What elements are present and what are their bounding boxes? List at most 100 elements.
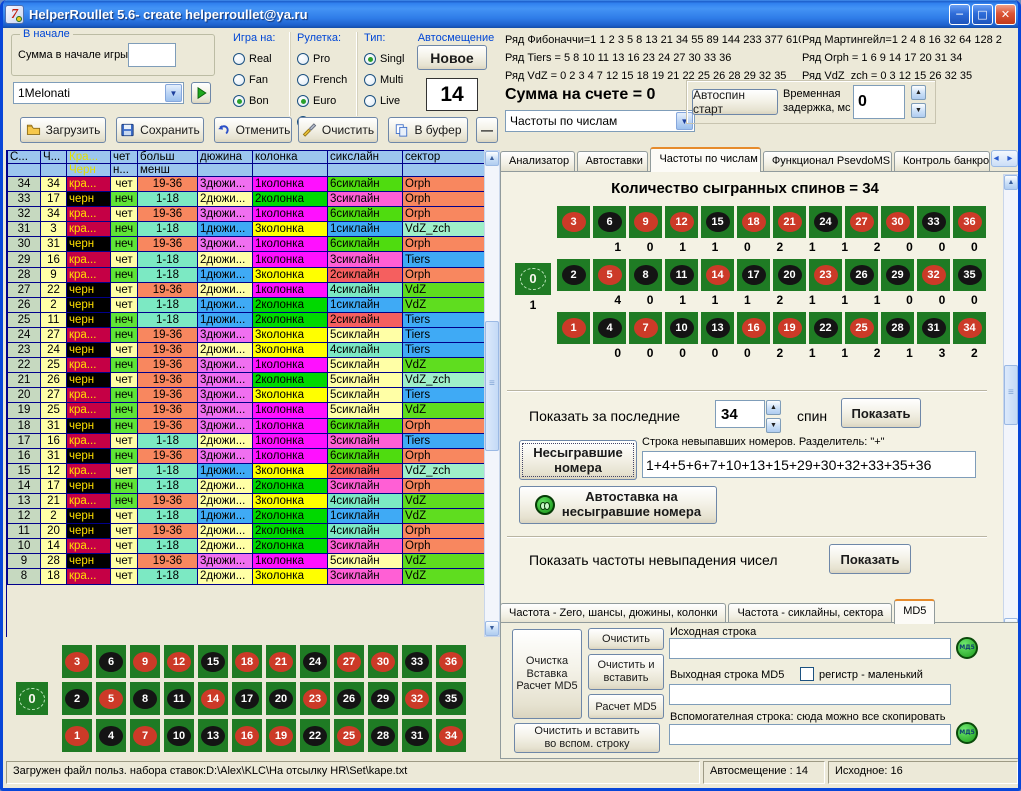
radio-icon[interactable] [364, 53, 376, 65]
tab-1[interactable]: Анализатор [500, 151, 575, 172]
number-tile-25[interactable]: 25 [334, 719, 364, 752]
load-button[interactable]: Загрузить [20, 117, 106, 143]
maximize-button[interactable]: □ [972, 4, 993, 25]
number-tile-29[interactable]: 29 [368, 682, 398, 715]
save-button[interactable]: Сохранить [116, 117, 204, 143]
panel-scrollbar[interactable]: ▲ ▼ [1003, 174, 1019, 634]
scroll-up-icon[interactable]: ▲ [1004, 175, 1018, 190]
number-tile-32[interactable]: 32 [402, 682, 432, 715]
number-tile-33[interactable]: 33 [402, 645, 432, 678]
table-row[interactable]: 3031черннеч19-363дюжи...1колонка6сиклайн… [8, 237, 486, 252]
chevron-down-icon[interactable]: ▼ [165, 84, 182, 102]
radio-option-bon[interactable]: Bon [233, 90, 283, 111]
column-header[interactable]: н... [111, 164, 138, 177]
start-sum-input[interactable] [128, 43, 176, 67]
new-autoshift-button[interactable]: Новое [417, 45, 487, 70]
md5-calc-button[interactable]: Расчет MD5 [588, 694, 664, 719]
tab-scroll-arrows[interactable]: ◂ ▸ [991, 150, 1018, 167]
register-checkbox[interactable] [800, 667, 814, 681]
column-header[interactable]: сектор [403, 151, 486, 164]
radio-icon[interactable] [364, 95, 376, 107]
number-tile-14[interactable]: 14 [198, 682, 228, 715]
profile-combobox[interactable]: 1Melonati ▼ [13, 82, 184, 104]
number-tile-15[interactable]: 15 [198, 645, 228, 678]
md5-clear-paste-aux-button[interactable]: Очистить и вставить во вспом. строку [514, 723, 660, 753]
autospin-start-button[interactable]: Автоспин старт [692, 89, 778, 115]
delay-input[interactable] [853, 85, 905, 119]
number-tile-7[interactable]: 7 [130, 719, 160, 752]
table-row[interactable]: 2722чернчет19-362дюжи...1колонка4сиклайн… [8, 282, 486, 297]
radio-icon[interactable] [233, 53, 245, 65]
scrollbar-thumb[interactable] [485, 321, 499, 451]
md5-icon[interactable]: МД5 [956, 722, 978, 744]
close-button[interactable]: ✕ [995, 4, 1016, 25]
number-tile-23[interactable]: 23 [300, 682, 330, 715]
number-tile-12[interactable]: 12 [164, 645, 194, 678]
collapse-button[interactable]: — [476, 117, 498, 143]
number-tile-20[interactable]: 20 [266, 682, 296, 715]
table-scrollbar[interactable]: ▲ ▼ [484, 150, 500, 637]
number-tile-30[interactable]: 30 [368, 645, 398, 678]
table-row[interactable]: 2916кра...чет1-182дюжи...1колонка3сиклай… [8, 252, 486, 267]
column-header[interactable] [8, 164, 41, 177]
radio-option-french[interactable]: French [297, 69, 350, 90]
spin-up-icon[interactable]: ▲ [911, 85, 926, 100]
table-row[interactable]: 2126чернчет19-363дюжи...2колонка5сиклайн… [8, 373, 486, 388]
table-row[interactable]: 1417черннеч1-182дюжи...2колонка3сиклайнO… [8, 478, 486, 493]
table-row[interactable]: 1014кра...чет1-182дюжи...2колонка3сиклай… [8, 539, 486, 554]
md5-source-input[interactable] [669, 638, 951, 659]
spin-up-icon[interactable]: ▲ [766, 400, 781, 415]
md5-aux-input[interactable] [669, 724, 951, 745]
radio-option-fan[interactable]: Fan [233, 69, 283, 90]
number-tile-13[interactable]: 13 [198, 719, 228, 752]
copy-buffer-button[interactable]: В буфер [388, 117, 468, 143]
number-tile-26[interactable]: 26 [334, 682, 364, 715]
radio-icon[interactable] [297, 53, 309, 65]
radio-icon[interactable] [297, 74, 309, 86]
table-row[interactable]: 3434кра...чет19-363дюжи...1колонка6сикла… [8, 177, 486, 192]
radio-icon[interactable] [364, 74, 376, 86]
column-header[interactable] [328, 164, 403, 177]
radio-option-singl[interactable]: Singl [364, 48, 407, 69]
number-tile-35[interactable]: 35 [436, 682, 466, 715]
number-tile-36[interactable]: 36 [436, 645, 466, 678]
number-tile-18[interactable]: 18 [232, 645, 262, 678]
table-row[interactable]: 1631черннеч19-363дюжи...1колонка6сиклайн… [8, 448, 486, 463]
tab-2[interactable]: Автоставки [577, 151, 649, 172]
table-row[interactable]: 1831черннеч19-363дюжи...1колонка6сиклайн… [8, 418, 486, 433]
table-row[interactable]: 262чернчет1-181дюжи...2колонка1сиклайнVd… [8, 297, 486, 312]
number-tile-21[interactable]: 21 [266, 645, 296, 678]
column-header[interactable] [41, 164, 67, 177]
number-tile-11[interactable]: 11 [164, 682, 194, 715]
column-header[interactable] [403, 164, 486, 177]
radio-option-multi[interactable]: Multi [364, 69, 407, 90]
table-row[interactable]: 2427кра...неч19-363дюжи...3колонка5сикла… [8, 327, 486, 342]
undo-button[interactable]: Отменить [214, 117, 292, 143]
number-tile-10[interactable]: 10 [164, 719, 194, 752]
table-row[interactable]: 818кра...чет1-182дюжи...3колонка3сиклайн… [8, 569, 486, 584]
number-tile-27[interactable]: 27 [334, 645, 364, 678]
number-tile-1[interactable]: 1 [62, 719, 92, 752]
tab-2[interactable]: Частота - сиклайны, сектора [728, 603, 892, 624]
md5-clear-and-paste-button[interactable]: Очистить и вставить [588, 654, 664, 690]
table-header[interactable]: С...Ч...Кра...четбольшдюжинаколонкасиксл… [8, 151, 486, 177]
radio-option-real[interactable]: Real [233, 48, 283, 69]
missed-numbers-button[interactable]: Несыгравшие номера [519, 440, 637, 480]
column-header[interactable] [253, 164, 328, 177]
column-header[interactable]: чет [111, 151, 138, 164]
table-row[interactable]: 1512кра...чет1-181дюжи...3колонка2сиклай… [8, 463, 486, 478]
table-row[interactable]: 2324чернчет19-362дюжи...3колонка4сиклайн… [8, 343, 486, 358]
table-row[interactable]: 289кра...неч1-181дюжи...3колонка2сиклайн… [8, 267, 486, 282]
tab-5[interactable]: Контроль банкро [894, 151, 990, 172]
number-tile-24[interactable]: 24 [300, 645, 330, 678]
radio-option-pro[interactable]: Pro [297, 48, 350, 69]
column-header[interactable]: колонка [253, 151, 328, 164]
tab-3[interactable]: MD5 [894, 599, 935, 624]
table-row[interactable]: 928чернчет19-363дюжи...1колонка5сиклайнV… [8, 554, 486, 569]
number-tile-3[interactable]: 3 [62, 645, 92, 678]
spin-down-icon[interactable]: ▼ [766, 418, 781, 433]
column-header[interactable]: менш [138, 164, 198, 177]
number-tile-31[interactable]: 31 [402, 719, 432, 752]
mode-combobox[interactable]: Частоты по числам ▼ [505, 110, 695, 132]
table-row[interactable]: 2511черннеч1-181дюжи...2колонка2сиклайнT… [8, 312, 486, 327]
